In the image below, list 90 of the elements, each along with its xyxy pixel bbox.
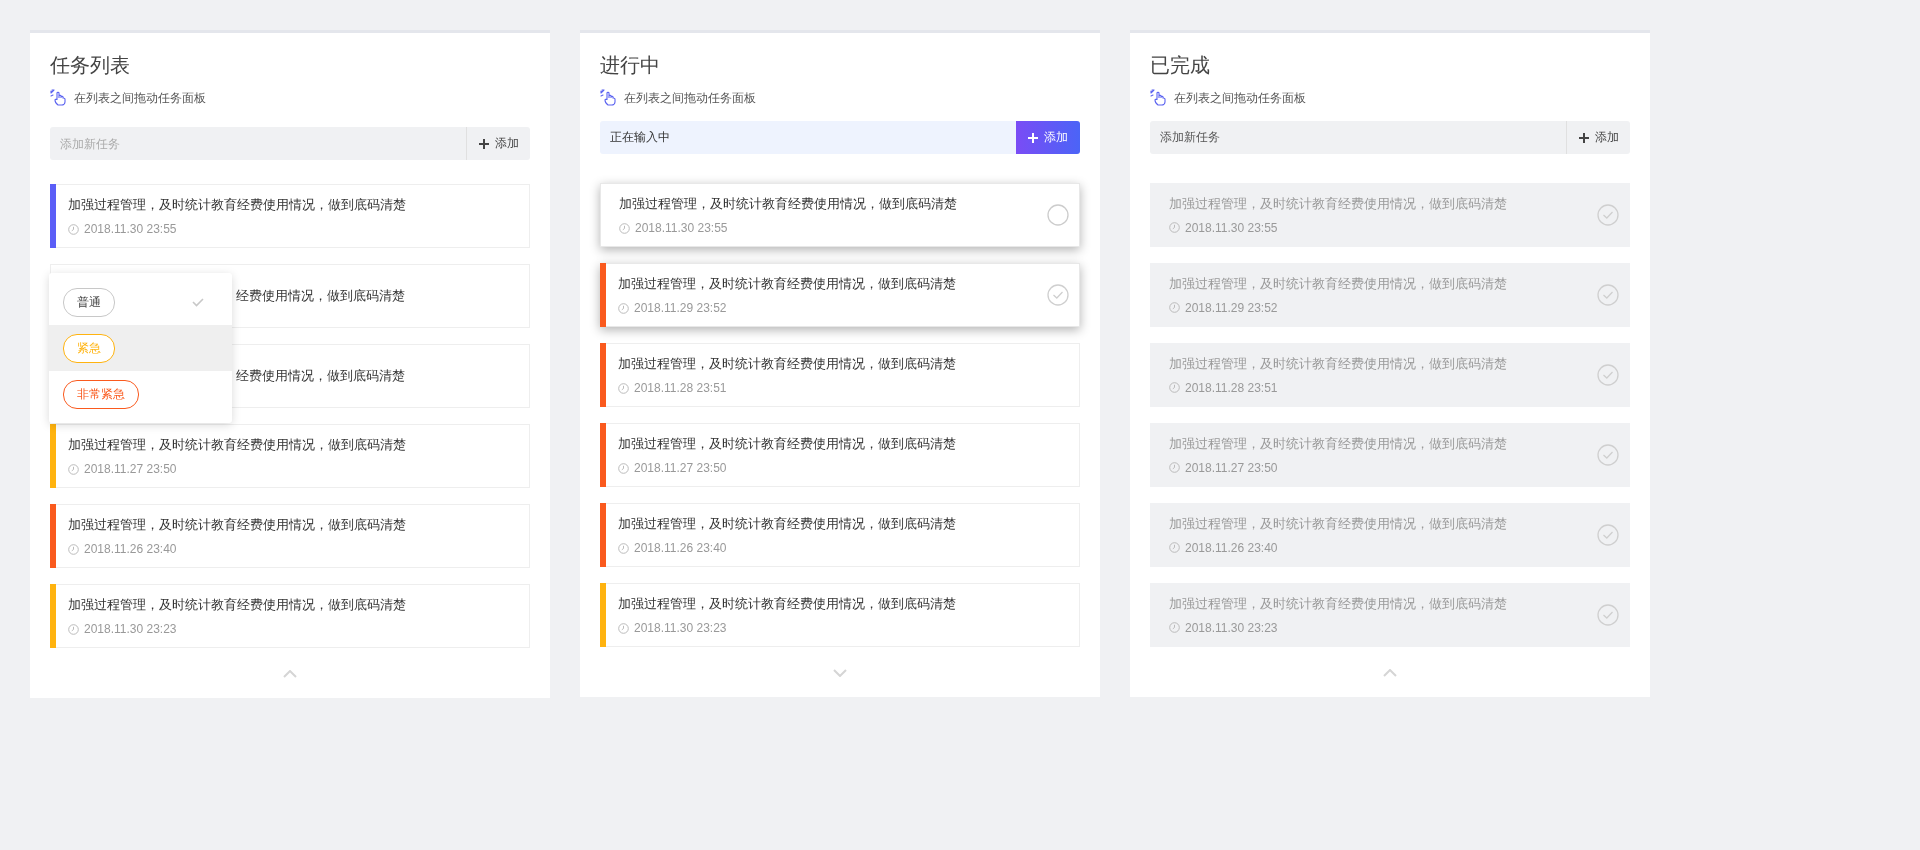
task-date: 2018.11.26 23:40 — [84, 542, 177, 556]
priority-tag: 非常紧急 — [63, 379, 139, 409]
clock-icon — [619, 222, 630, 234]
task-card[interactable]: 加强过程管理，及时统计教育经费使用情况，做到底码清楚 2018.11.30 23:55 — [600, 183, 1080, 247]
check-circle-icon[interactable] — [1597, 284, 1619, 306]
drag-hand-icon — [1150, 89, 1168, 107]
add-button[interactable]: 添加 — [1016, 121, 1080, 154]
drag-hand-icon — [50, 89, 68, 107]
task-text: 加强过程管理，及时统计教育经费使用情况，做到底码清楚 — [1169, 435, 1508, 453]
clock-icon — [1169, 462, 1180, 473]
task-date: 2018.11.27 23:50 — [84, 462, 177, 476]
task-text: 加强过程管理，及时统计教育经费使用情况，做到底码清楚 — [68, 596, 407, 614]
task-text: 加强过程管理，及时统计教育经费使用情况，做到底码清楚 — [1169, 355, 1508, 373]
task-date: 2018.11.30 23:23 — [84, 622, 177, 636]
check-circle-icon[interactable] — [1597, 604, 1619, 626]
clock-icon — [618, 622, 629, 634]
task-text: 加强过程管理，及时统计教育经费使用情况，做到底码清楚 — [68, 516, 407, 534]
clock-icon — [1169, 382, 1180, 393]
task-date: 2018.11.29 23:52 — [634, 301, 727, 315]
task-date: 2018.11.30 23:23 — [1185, 620, 1278, 635]
task-date: 2018.11.28 23:51 — [634, 381, 727, 395]
empty-circle-icon[interactable] — [1047, 204, 1069, 226]
clock-icon — [68, 543, 79, 555]
clock-icon — [68, 623, 79, 635]
plus-icon — [1578, 132, 1589, 143]
task-text: 加强过程管理，及时统计教育经费使用情况，做到底码清楚 — [68, 196, 407, 214]
task-date: 2018.11.26 23:40 — [634, 541, 727, 555]
task-text: 经费使用情况，做到底码清楚 — [236, 367, 406, 385]
check-circle-icon[interactable] — [1597, 364, 1619, 386]
check-circle-icon[interactable] — [1047, 284, 1069, 306]
task-card[interactable]: 加强过程管理，及时统计教育经费使用情况，做到底码清楚 2018.11.26 23:40 — [50, 504, 530, 568]
task-text: 加强过程管理，及时统计教育经费使用情况，做到底码清楚 — [618, 595, 957, 613]
task-date: 2018.11.30 23:23 — [634, 621, 727, 635]
check-circle-icon[interactable] — [1597, 204, 1619, 226]
task-text: 加强过程管理，及时统计教育经费使用情况，做到底码清楚 — [618, 275, 957, 293]
clock-icon — [618, 382, 629, 394]
task-text: 加强过程管理，及时统计教育经费使用情况，做到底码清楚 — [619, 195, 958, 213]
task-text: 加强过程管理，及时统计教育经费使用情况，做到底码清楚 — [1169, 595, 1508, 613]
task-card[interactable]: 加强过程管理，及时统计教育经费使用情况，做到底码清楚 2018.11.29 23:52 — [600, 263, 1080, 327]
clock-icon — [68, 463, 79, 475]
new-task-field[interactable]: 添加新任务 添加 — [50, 127, 530, 160]
clock-icon — [1169, 622, 1180, 633]
task-card[interactable]: 加强过程管理，及时统计教育经费使用情况，做到底码清楚 2018.11.30 23:55 — [50, 184, 530, 248]
column-title: 进行中 — [600, 53, 660, 78]
task-date: 2018.11.30 23:55 — [635, 221, 728, 235]
task-text: 加强过程管理，及时统计教育经费使用情况，做到底码清楚 — [1169, 195, 1508, 213]
task-text: 经费使用情况，做到底码清楚 — [236, 287, 406, 305]
add-button[interactable]: 添加 — [466, 127, 530, 160]
new-task-field[interactable]: 正在输入中 添加 — [600, 121, 1080, 154]
task-text: 加强过程管理，及时统计教育经费使用情况，做到底码清楚 — [618, 355, 957, 373]
priority-tag: 普通 — [63, 287, 115, 317]
clock-icon — [618, 542, 629, 554]
new-task-field[interactable]: 添加新任务 添加 — [1150, 121, 1630, 154]
task-card[interactable]: 加强过程管理，及时统计教育经费使用情况，做到底码清楚 2018.11.28 23:51 — [600, 343, 1080, 407]
priority-tag: 紧急 — [63, 333, 115, 363]
task-date: 2018.11.28 23:51 — [1185, 380, 1278, 395]
task-date: 2018.11.27 23:50 — [1185, 460, 1278, 475]
task-card[interactable]: 加强过程管理，及时统计教育经费使用情况，做到底码清楚 2018.11.27 23:50 — [50, 424, 530, 488]
menu-item[interactable]: 普通 — [49, 279, 232, 325]
column-title: 任务列表 — [50, 53, 130, 78]
task-text: 加强过程管理，及时统计教育经费使用情况，做到底码清楚 — [68, 436, 407, 454]
task-card[interactable]: 加强过程管理，及时统计教育经费使用情况，做到底码清楚 2018.11.30 23:23 — [600, 583, 1080, 647]
task-text: 加强过程管理，及时统计教育经费使用情况，做到底码清楚 — [618, 435, 957, 453]
task-card[interactable]: 加强过程管理，及时统计教育经费使用情况，做到底码清楚 2018.11.26 23:40 — [600, 503, 1080, 567]
drag-hand-icon — [600, 89, 618, 107]
task-date: 2018.11.29 23:52 — [1185, 300, 1278, 315]
clock-icon — [1169, 542, 1180, 553]
task-text: 加强过程管理，及时统计教育经费使用情况，做到底码清楚 — [1169, 275, 1508, 293]
drag-hint: 在列表之间拖动任务面板 — [1174, 89, 1306, 107]
drag-hint: 在列表之间拖动任务面板 — [624, 89, 756, 107]
clock-icon — [68, 223, 79, 235]
task-date: 2018.11.30 23:55 — [84, 222, 177, 236]
task-date: 2018.11.30 23:55 — [1185, 220, 1278, 235]
clock-icon — [618, 302, 629, 314]
plus-icon — [478, 138, 489, 149]
plus-icon — [1028, 132, 1038, 143]
task-text: 加强过程管理，及时统计教育经费使用情况，做到底码清楚 — [1169, 515, 1508, 533]
drag-hint: 在列表之间拖动任务面板 — [74, 89, 206, 107]
column-title: 已完成 — [1150, 53, 1210, 78]
task-card[interactable]: 加强过程管理，及时统计教育经费使用情况，做到底码清楚 2018.11.27 23:50 — [600, 423, 1080, 487]
task-card[interactable]: 加强过程管理，及时统计教育经费使用情况，做到底码清楚 2018.11.30 23:23 — [50, 584, 530, 648]
task-date: 2018.11.27 23:50 — [634, 461, 727, 475]
task-date: 2018.11.26 23:40 — [1185, 540, 1278, 555]
task-text: 加强过程管理，及时统计教育经费使用情况，做到底码清楚 — [618, 515, 957, 533]
add-button[interactable]: 添加 — [1566, 121, 1630, 154]
check-circle-icon[interactable] — [1597, 444, 1619, 466]
clock-icon — [1169, 222, 1180, 233]
clock-icon — [618, 462, 629, 474]
check-circle-icon[interactable] — [1597, 524, 1619, 546]
clock-icon — [1169, 302, 1180, 313]
